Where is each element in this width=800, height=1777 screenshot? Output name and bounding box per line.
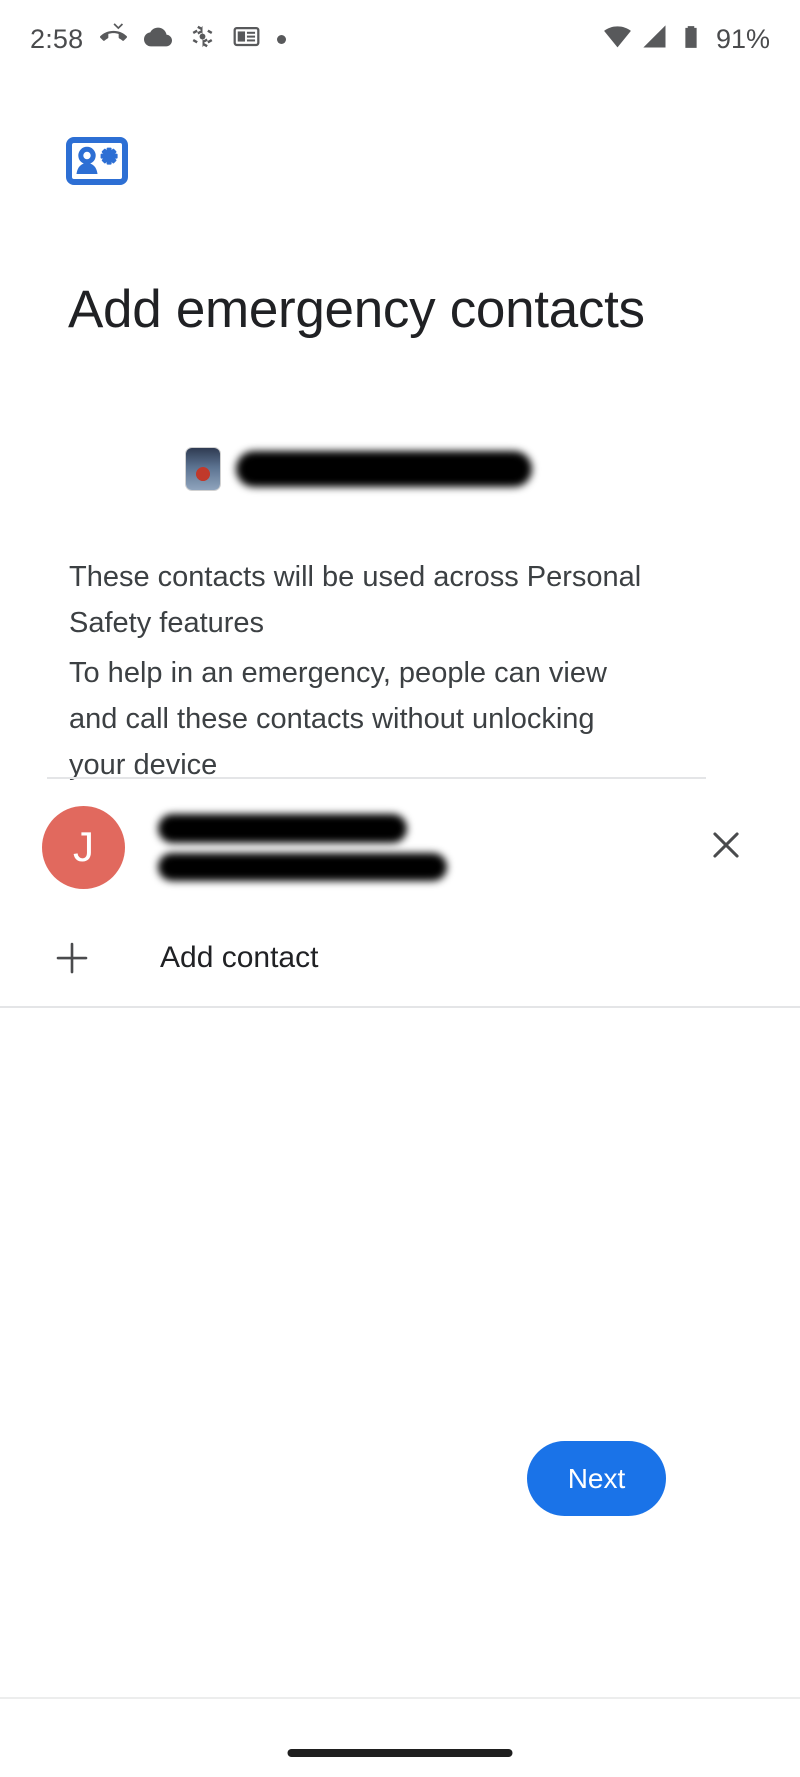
status-bar-clock: 2:58 (30, 23, 84, 54)
plus-icon (40, 926, 104, 990)
bottom-divider (0, 1697, 800, 1699)
body-paragraph-1: These contacts will be used across Perso… (69, 561, 642, 639)
add-contact-button[interactable]: Add contact (0, 912, 800, 1004)
missed-call-icon (100, 23, 128, 55)
body-paragraph-2: To help in an emergency, people can view… (69, 657, 607, 781)
status-bar-right: 91% (603, 22, 770, 56)
next-button[interactable]: Next (527, 1441, 666, 1516)
contact-card-star-icon (66, 136, 128, 186)
redacted-contact-subtitle (158, 852, 447, 881)
divider-below-contacts (0, 1006, 800, 1008)
battery-percent-label: 91% (715, 23, 770, 54)
battery-icon (678, 24, 704, 55)
cellular-signal-icon (641, 23, 669, 56)
list-item[interactable]: J (0, 795, 800, 899)
wifi-icon (603, 22, 632, 56)
redacted-contact-name (158, 813, 407, 843)
remove-contact-button[interactable] (694, 815, 758, 879)
news-card-icon (233, 23, 260, 55)
divider-above-contacts (47, 777, 706, 779)
avatar (186, 448, 220, 490)
cloud-icon (144, 23, 173, 56)
status-bar: 2:58 91% (0, 0, 800, 78)
page-title: Add emergency contacts (68, 279, 645, 339)
avatar: J (42, 805, 125, 889)
dot-icon (277, 34, 287, 44)
bluetooth-share-icon (189, 23, 216, 55)
contact-text-block (158, 813, 694, 881)
close-icon (707, 826, 745, 869)
status-bar-left: 2:58 (30, 23, 287, 56)
account-row (186, 448, 532, 490)
add-contact-label: Add contact (160, 941, 319, 974)
home-gesture-bar[interactable] (287, 1749, 513, 1757)
redacted-account-name (236, 451, 532, 487)
